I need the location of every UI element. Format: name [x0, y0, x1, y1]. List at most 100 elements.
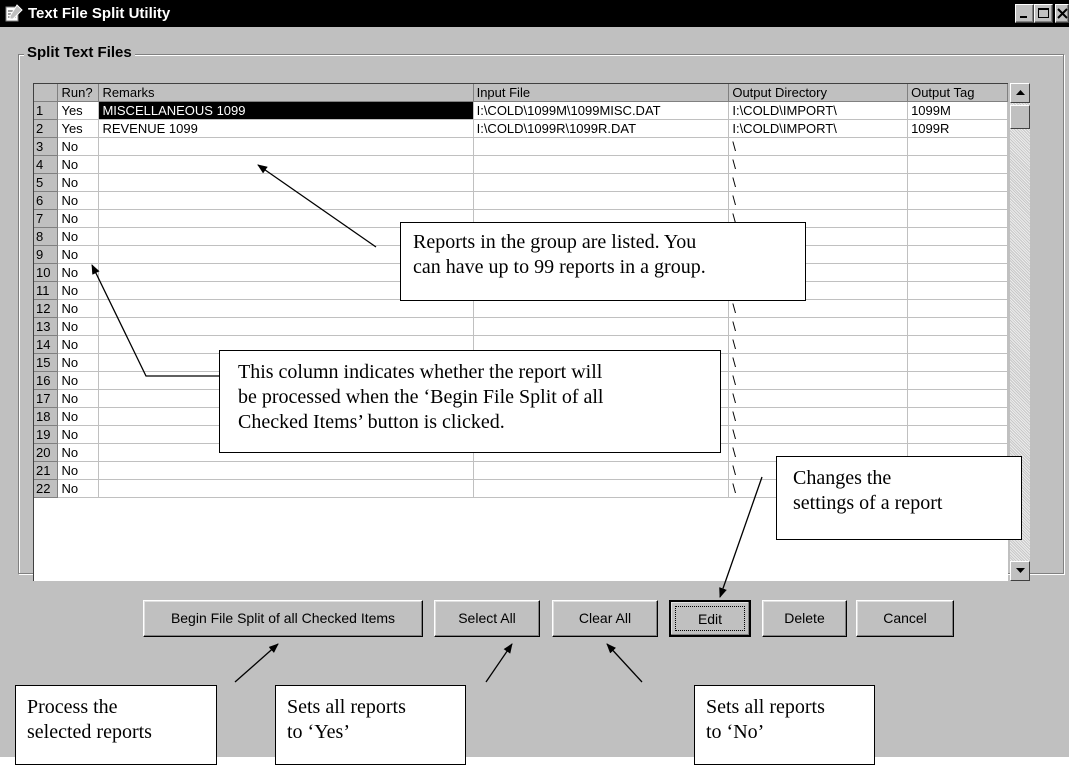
run-cell[interactable]: No [57, 155, 100, 174]
run-cell[interactable]: No [57, 407, 100, 426]
select-all-button[interactable]: Select All [434, 600, 540, 637]
run-cell[interactable]: No [57, 263, 100, 282]
output-tag-cell[interactable] [907, 371, 1008, 390]
table-row[interactable]: 3 No \ [34, 137, 1008, 156]
output-tag-cell[interactable] [907, 407, 1008, 426]
close-button[interactable] [1055, 4, 1069, 23]
output-directory-cell[interactable]: I:\COLD\IMPORT\ [728, 119, 909, 138]
output-directory-cell[interactable]: \ [728, 173, 909, 192]
output-directory-cell[interactable]: \ [728, 137, 909, 156]
run-cell[interactable]: Yes [57, 101, 100, 120]
scroll-down-button[interactable] [1010, 561, 1030, 581]
run-cell[interactable]: No [57, 389, 100, 408]
table-row[interactable]: 4 No \ [34, 155, 1008, 174]
output-directory-cell[interactable]: \ [728, 155, 909, 174]
output-directory-cell[interactable]: \ [728, 335, 909, 354]
clear-all-button[interactable]: Clear All [552, 600, 658, 637]
run-cell[interactable]: No [57, 191, 100, 210]
column-header[interactable]: Run? [57, 84, 100, 102]
output-tag-cell[interactable] [907, 299, 1008, 318]
output-tag-cell[interactable] [907, 209, 1008, 228]
table-row[interactable]: 13 No \ [34, 317, 1008, 336]
run-cell[interactable]: No [57, 281, 100, 300]
run-cell[interactable]: No [57, 173, 100, 192]
remarks-cell[interactable] [98, 317, 474, 336]
column-header[interactable]: Output Directory [728, 84, 909, 102]
remarks-cell[interactable]: MISCELLANEOUS 1099 [98, 101, 474, 120]
output-directory-cell[interactable]: \ [728, 317, 909, 336]
table-row[interactable]: 1 Yes MISCELLANEOUS 1099 I:\COLD\1099M\1099… [34, 101, 1008, 120]
remarks-cell[interactable] [98, 137, 474, 156]
output-directory-cell[interactable]: \ [728, 371, 909, 390]
remarks-cell[interactable] [98, 173, 474, 192]
output-directory-cell[interactable]: \ [728, 191, 909, 210]
input-file-cell[interactable]: I:\COLD\1099M\1099MISC.DAT [473, 101, 730, 120]
input-file-cell[interactable] [473, 317, 730, 336]
input-file-cell[interactable] [473, 461, 730, 480]
minimize-button[interactable] [1015, 4, 1034, 23]
output-directory-cell[interactable]: \ [728, 407, 909, 426]
column-header[interactable]: Output Tag [907, 84, 1008, 102]
input-file-cell[interactable] [473, 137, 730, 156]
input-file-cell[interactable] [473, 299, 730, 318]
output-tag-cell[interactable] [907, 263, 1008, 282]
run-cell[interactable]: No [57, 443, 100, 462]
output-tag-cell[interactable] [907, 353, 1008, 372]
run-cell[interactable]: No [57, 353, 100, 372]
begin-split-button[interactable]: Begin File Split of all Checked Items [143, 600, 423, 637]
scroll-up-button[interactable] [1010, 83, 1030, 103]
delete-button[interactable]: Delete [762, 600, 847, 637]
edit-button[interactable]: Edit [669, 600, 751, 637]
run-cell[interactable]: No [57, 335, 100, 354]
remarks-cell[interactable] [98, 299, 474, 318]
output-tag-cell[interactable] [907, 137, 1008, 156]
output-tag-cell[interactable] [907, 155, 1008, 174]
output-directory-cell[interactable]: \ [728, 299, 909, 318]
remarks-cell[interactable] [98, 461, 474, 480]
input-file-cell[interactable] [473, 479, 730, 498]
run-cell[interactable]: No [57, 425, 100, 444]
table-row[interactable]: 6 No \ [34, 191, 1008, 210]
output-tag-cell[interactable] [907, 335, 1008, 354]
output-tag-cell[interactable] [907, 281, 1008, 300]
run-cell[interactable]: No [57, 137, 100, 156]
remarks-cell[interactable] [98, 155, 474, 174]
table-row[interactable]: 12 No \ [34, 299, 1008, 318]
output-directory-cell[interactable]: I:\COLD\IMPORT\ [728, 101, 909, 120]
output-directory-cell[interactable]: \ [728, 389, 909, 408]
output-tag-cell[interactable] [907, 389, 1008, 408]
output-tag-cell[interactable]: 1099R [907, 119, 1008, 138]
output-tag-cell[interactable] [907, 245, 1008, 264]
output-directory-cell[interactable]: \ [728, 425, 909, 444]
input-file-cell[interactable] [473, 173, 730, 192]
output-tag-cell[interactable] [907, 191, 1008, 210]
table-row[interactable]: 2 Yes REVENUE 1099 I:\COLD\1099R\1099R.DAT I… [34, 119, 1008, 138]
input-file-cell[interactable]: I:\COLD\1099R\1099R.DAT [473, 119, 730, 138]
run-cell[interactable]: No [57, 479, 100, 498]
run-cell[interactable]: No [57, 245, 100, 264]
title-bar[interactable]: Text File Split Utility [0, 0, 1069, 27]
run-cell[interactable]: No [57, 209, 100, 228]
output-tag-cell[interactable] [907, 317, 1008, 336]
output-directory-cell[interactable]: \ [728, 353, 909, 372]
cancel-button[interactable]: Cancel [856, 600, 954, 637]
output-tag-cell[interactable] [907, 227, 1008, 246]
remarks-cell[interactable] [98, 479, 474, 498]
run-cell[interactable]: No [57, 299, 100, 318]
run-cell[interactable]: No [57, 317, 100, 336]
remarks-cell[interactable] [98, 191, 474, 210]
output-tag-cell[interactable] [907, 173, 1008, 192]
run-cell[interactable]: No [57, 227, 100, 246]
remarks-cell[interactable]: REVENUE 1099 [98, 119, 474, 138]
run-cell[interactable]: No [57, 461, 100, 480]
input-file-cell[interactable] [473, 155, 730, 174]
column-header[interactable] [34, 84, 59, 102]
scroll-thumb[interactable] [1010, 105, 1030, 129]
output-tag-cell[interactable]: 1099M [907, 101, 1008, 120]
maximize-button[interactable] [1034, 4, 1053, 23]
column-header[interactable]: Input File [473, 84, 730, 102]
run-cell[interactable]: No [57, 371, 100, 390]
column-header[interactable]: Remarks [98, 84, 474, 102]
input-file-cell[interactable] [473, 191, 730, 210]
run-cell[interactable]: Yes [57, 119, 100, 138]
